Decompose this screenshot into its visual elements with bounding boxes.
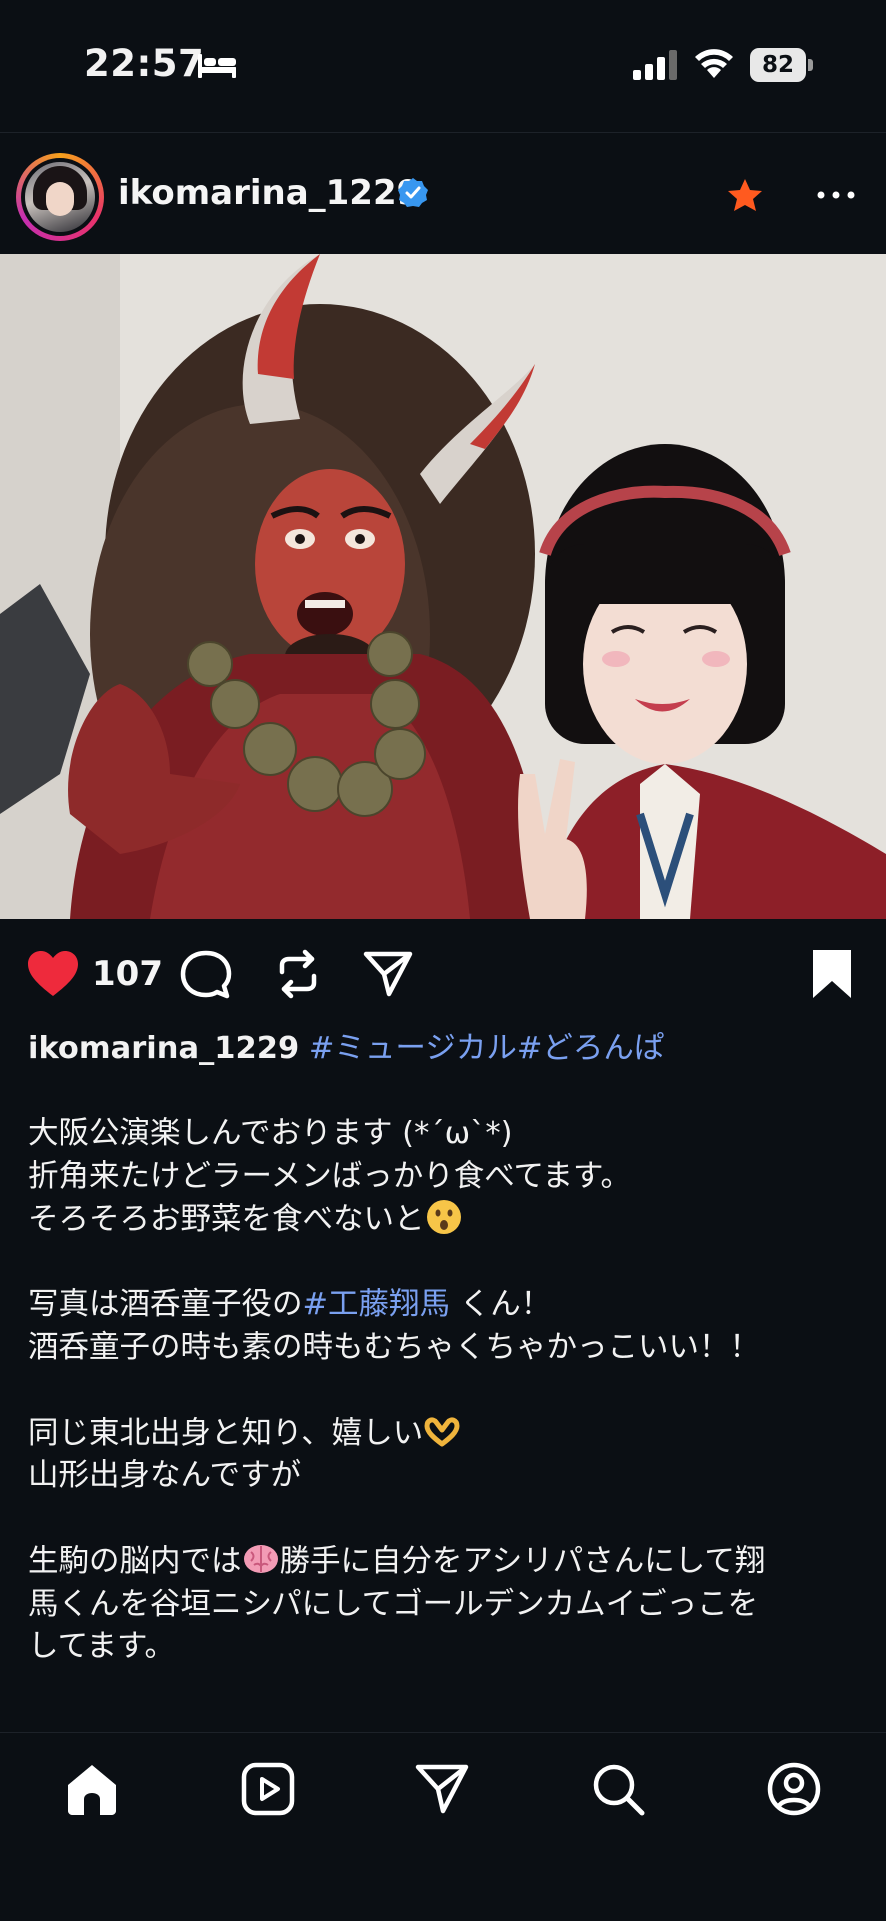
caption-header-line: ikomarina_1229 #ミュージカル#どろんぱ xyxy=(28,1028,864,1071)
bottom-navigation xyxy=(0,1732,886,1921)
home-icon[interactable] xyxy=(64,1761,120,1817)
more-options-icon[interactable] xyxy=(814,177,858,213)
caption-line: 生駒の脳内では 勝手に自分をアシリパさんにして翔 xyxy=(28,1540,864,1584)
caption-line: 同じ東北出身と知り、嬉しい xyxy=(28,1412,864,1456)
battery-tip xyxy=(808,59,813,71)
caption-text: くん！ xyxy=(450,1287,552,1322)
search-icon[interactable] xyxy=(590,1761,646,1817)
reels-icon[interactable] xyxy=(240,1761,296,1817)
caption-text: 写真は酒呑童子役の xyxy=(28,1287,303,1322)
photo-illustration xyxy=(0,254,886,919)
caption-hashtag-kudo[interactable]: #工藤翔馬 xyxy=(303,1287,451,1322)
caption-text: 同じ東北出身と知り、嬉しい xyxy=(28,1415,424,1451)
profile-icon[interactable] xyxy=(766,1761,822,1817)
caption-line: 大阪公演楽しんでおります (*´ω`*) xyxy=(28,1116,513,1151)
caption-line: してます。 xyxy=(28,1629,176,1664)
caption-line: 酒呑童子の時も素の時もむちゃくちゃかっこいい！！ xyxy=(28,1329,760,1365)
post-username[interactable]: ikomarina_1229 xyxy=(118,173,420,213)
avatar[interactable] xyxy=(16,153,104,241)
send-icon[interactable] xyxy=(362,948,414,1000)
caption-line: 写真は酒呑童子役の#工藤翔馬 くん！ xyxy=(28,1284,864,1327)
battery-level: 82 xyxy=(750,48,806,82)
hushed-face-emoji-icon xyxy=(426,1200,461,1234)
bookmark-icon[interactable] xyxy=(810,948,854,1000)
heart-icon[interactable] xyxy=(26,950,80,998)
avatar-image xyxy=(25,162,95,232)
post-caption: ikomarina_1229 #ミュージカル#どろんぱ 大阪公演楽しんでおります… xyxy=(28,1028,864,1669)
heart-hands-emoji-icon xyxy=(424,1416,460,1446)
verified-badge-icon xyxy=(398,178,428,207)
caption-hashtags[interactable]: #ミュージカル#どろんぱ xyxy=(309,1031,665,1066)
brain-emoji-icon xyxy=(243,1545,278,1573)
caption-line: 折角来たけどラーメンばっかり食べてます。 xyxy=(28,1158,631,1194)
signal-icon xyxy=(633,50,677,80)
post-header: ikomarina_1229 xyxy=(0,132,886,255)
caption-line: 馬くんを谷垣ニシパにしてゴールデンカムイごっこを xyxy=(28,1586,759,1622)
caption-text: 勝手に自分をアシリパさんにして翔 xyxy=(279,1544,766,1579)
favorite-star-icon[interactable] xyxy=(726,177,764,215)
post-actions: 107 xyxy=(0,938,886,1010)
repost-icon[interactable] xyxy=(272,948,324,1000)
comment-icon[interactable] xyxy=(180,950,232,1000)
wifi-icon xyxy=(695,49,733,78)
caption-text: 生駒の脳内では xyxy=(28,1544,242,1579)
caption-line: そろそろお野菜を食べないと xyxy=(28,1198,864,1242)
caption-line: 山形出身なんですが xyxy=(28,1458,301,1493)
messages-icon[interactable] xyxy=(414,1761,470,1817)
status-bar: 22:57 82 xyxy=(0,0,886,130)
caption-text: そろそろお野菜を食べないと xyxy=(28,1202,425,1237)
status-time: 22:57 xyxy=(84,42,205,85)
battery-icon: 82 xyxy=(750,48,814,82)
bed-icon xyxy=(198,54,236,78)
caption-username[interactable]: ikomarina_1229 xyxy=(28,1031,299,1066)
post-photo[interactable] xyxy=(0,254,886,919)
like-count[interactable]: 107 xyxy=(92,954,163,994)
